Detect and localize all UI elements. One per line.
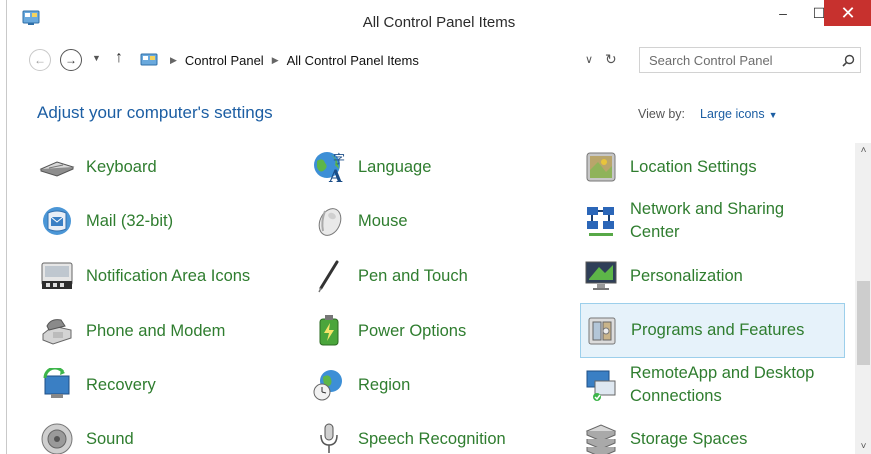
item-label: Sound xyxy=(86,429,134,448)
item-label: Language xyxy=(358,157,432,176)
item-power-options[interactable]: Power Options xyxy=(309,308,549,354)
item-label: Programs and Features xyxy=(631,321,805,339)
navigation-bar: ← → ▼ ↑ ▶ Control Panel ▶ All Control Pa… xyxy=(7,43,871,77)
search-box[interactable] xyxy=(639,47,861,73)
svg-text:A: A xyxy=(328,167,343,185)
mouse-icon xyxy=(309,201,349,241)
item-programs-and-features[interactable]: Programs and Features xyxy=(580,303,845,358)
storage-icon xyxy=(581,419,621,454)
control-panel-window: All Control Panel Items – ☐ ✕ ← → ▼ ↑ ▶ … xyxy=(6,0,871,454)
microphone-icon xyxy=(309,419,349,454)
breadcrumb-separator-icon: ▶ xyxy=(170,54,177,65)
address-dropdown-button[interactable]: ∨ xyxy=(585,53,593,66)
power-icon xyxy=(309,311,349,351)
recovery-icon xyxy=(37,365,77,405)
region-icon xyxy=(309,365,349,405)
minimize-button[interactable]: – xyxy=(763,0,803,26)
pen-icon xyxy=(309,256,349,296)
scroll-down-arrow-icon[interactable]: ˅ xyxy=(855,441,871,452)
remoteapp-icon xyxy=(581,365,621,405)
item-personalization[interactable]: Personalization xyxy=(581,253,845,299)
notification-icon xyxy=(37,256,77,296)
item-label: Mail (32-bit) xyxy=(86,211,174,230)
item-label: Pen and Touch xyxy=(358,266,468,285)
item-label: RemoteApp and Desktop Connections xyxy=(630,364,815,405)
item-remoteapp-connections[interactable]: RemoteApp and Desktop Connections xyxy=(581,362,845,408)
item-label: Notification Area Icons xyxy=(86,266,251,285)
item-label: Mouse xyxy=(358,211,408,230)
vertical-scrollbar[interactable]: ˄ ˅ xyxy=(855,143,871,454)
item-label: Personalization xyxy=(630,266,743,285)
address-bar[interactable]: ▶ Control Panel ▶ All Control Panel Item… xyxy=(137,47,629,73)
item-label: Speech Recognition xyxy=(358,429,506,448)
item-location-settings[interactable]: Location Settings xyxy=(581,144,845,190)
breadcrumb-separator-icon: ▶ xyxy=(271,54,279,65)
back-button[interactable]: ← xyxy=(29,49,51,71)
mail-icon xyxy=(37,201,77,241)
item-notification-area-icons[interactable]: Notification Area Icons xyxy=(37,253,277,299)
control-panel-icon xyxy=(140,53,158,65)
refresh-button[interactable]: ↻ xyxy=(605,51,617,68)
item-keyboard[interactable]: Keyboard xyxy=(37,144,277,190)
item-pen-and-touch[interactable]: Pen and Touch xyxy=(309,253,549,299)
location-icon xyxy=(581,147,621,187)
search-input[interactable] xyxy=(640,52,836,68)
up-button[interactable]: ↑ xyxy=(115,49,123,67)
keyboard-icon xyxy=(37,147,77,187)
item-label: Region xyxy=(358,375,411,394)
item-network-sharing[interactable]: Network and Sharing Center xyxy=(581,198,845,244)
close-button[interactable]: ✕ xyxy=(824,0,871,26)
item-label: Keyboard xyxy=(86,157,157,176)
breadcrumb-all-items[interactable]: All Control Panel Items xyxy=(287,53,419,68)
item-storage-spaces[interactable]: Storage Spaces xyxy=(581,416,845,454)
personalization-icon xyxy=(581,256,621,296)
chevron-down-icon: ▼ xyxy=(768,110,778,120)
programs-icon xyxy=(582,311,622,351)
item-mail[interactable]: Mail (32-bit) xyxy=(37,198,277,244)
view-by-dropdown[interactable]: Large icons ▼ xyxy=(700,107,778,121)
item-region[interactable]: Region xyxy=(309,362,549,408)
language-icon: A字 xyxy=(309,147,349,187)
item-label: Recovery xyxy=(86,375,156,394)
scroll-thumb[interactable] xyxy=(857,281,870,365)
item-label: Network and Sharing Center xyxy=(630,200,785,241)
item-label: Storage Spaces xyxy=(630,429,748,448)
sound-icon xyxy=(37,419,77,454)
view-by-label: View by: xyxy=(638,107,686,121)
title-bar: All Control Panel Items – ☐ ✕ xyxy=(7,0,871,40)
item-speech-recognition[interactable]: Speech Recognition xyxy=(309,416,549,454)
item-label: Power Options xyxy=(358,321,467,340)
breadcrumb-control-panel[interactable]: Control Panel xyxy=(185,53,264,68)
item-phone-and-modem[interactable]: Phone and Modem xyxy=(37,308,277,354)
view-by-value: Large icons xyxy=(700,107,765,121)
recent-locations-dropdown[interactable]: ▼ xyxy=(92,53,101,63)
window-title: All Control Panel Items xyxy=(362,14,516,31)
item-language[interactable]: A字 Language xyxy=(309,144,549,190)
forward-button[interactable]: → xyxy=(60,49,82,71)
scroll-up-arrow-icon[interactable]: ˄ xyxy=(855,145,871,156)
item-recovery[interactable]: Recovery xyxy=(37,362,277,408)
item-label: Phone and Modem xyxy=(86,321,226,340)
search-icon[interactable] xyxy=(836,54,860,67)
item-label: Location Settings xyxy=(630,157,757,176)
svg-text:字: 字 xyxy=(333,151,345,166)
item-sound[interactable]: Sound xyxy=(37,416,277,454)
page-title: Adjust your computer's settings xyxy=(37,103,273,122)
phone-icon xyxy=(37,311,77,351)
network-icon xyxy=(581,201,621,241)
control-panel-items-grid: Keyboard A字 Language Location Settings M… xyxy=(7,140,855,454)
item-mouse[interactable]: Mouse xyxy=(309,198,549,244)
